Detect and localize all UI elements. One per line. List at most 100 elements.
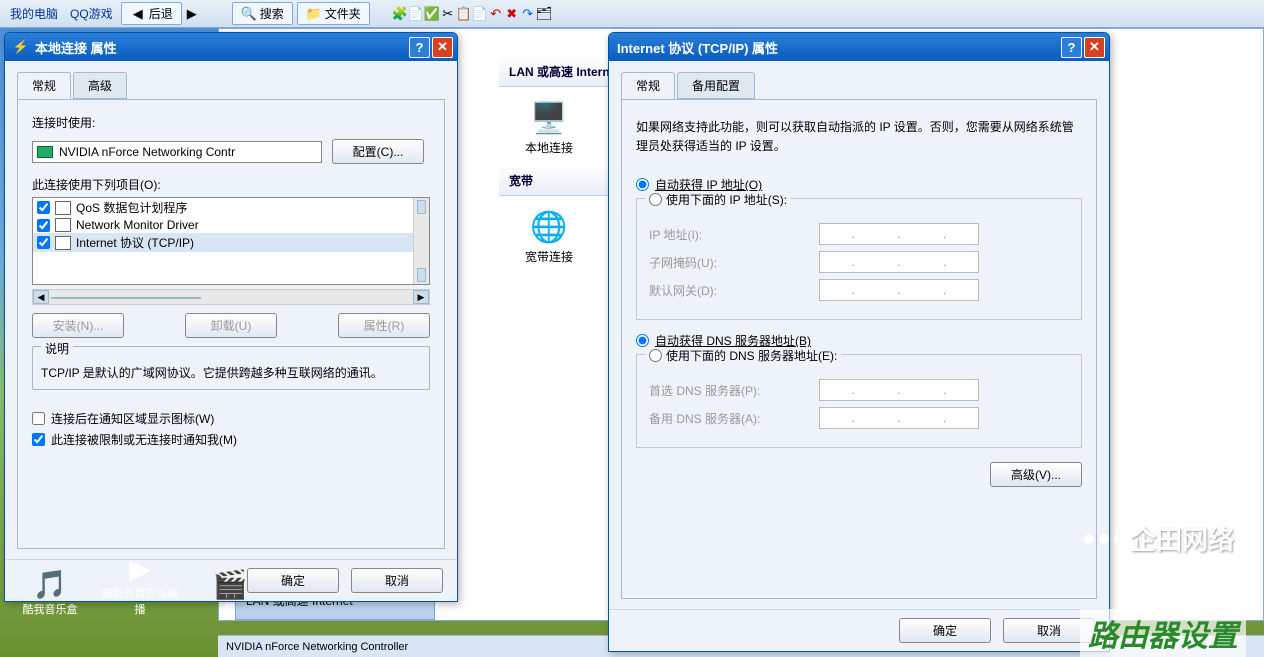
app-icon: 🎬	[213, 568, 248, 601]
proto-icon	[55, 201, 71, 215]
play-icon: ▶	[129, 552, 151, 585]
forward-icon[interactable]: ▶	[184, 6, 200, 22]
configure-button[interactable]: 配置(C)...	[332, 139, 424, 164]
broadband-icon: 🌐	[528, 206, 570, 248]
explorer-toolbar: 我的电脑 QQ游戏 ◀后退 ▶ 🔍搜索 📁文件夹 🧩 📄 ✅ ✂ 📋 📄 ↶ ✖…	[0, 0, 1264, 28]
show-icon-checkbox[interactable]	[32, 412, 45, 425]
auto-dns-radio[interactable]	[636, 334, 649, 347]
search-icon: 🔍	[241, 6, 257, 22]
desktop-icon-video[interactable]: ▶最新免费影视展播	[100, 552, 180, 617]
list-item: QoS 数据包计划程序	[33, 198, 429, 217]
broadband-connection-label: 宽带连接	[525, 248, 573, 265]
proto-icon	[55, 218, 71, 232]
install-button[interactable]: 安装(N)...	[32, 313, 124, 338]
tb-icon-2[interactable]: 📄	[408, 6, 424, 22]
back-button[interactable]: ◀后退	[121, 2, 182, 25]
lan-title-icon: ⚡	[13, 39, 29, 55]
music-icon: 🎵	[33, 568, 68, 601]
tb-icon-9[interactable]: ↷	[520, 6, 536, 22]
gateway-label: 默认网关(D):	[649, 282, 809, 299]
uses-items-label: 此连接使用下列项目(O):	[32, 176, 430, 193]
subnet-mask-label: 子网掩码(U):	[649, 254, 809, 271]
manual-ip-label: 使用下面的 IP 地址(S):	[666, 191, 787, 208]
ip-address-label: IP 地址(I):	[649, 226, 809, 243]
scroll-thumb[interactable]	[51, 297, 201, 299]
win1-cancel-button[interactable]: 取消	[351, 568, 443, 593]
list-item: Network Monitor Driver	[33, 217, 429, 233]
tb-icon-1[interactable]: 🧩	[392, 6, 408, 22]
notify-limited-label: 此连接被限制或无连接时通知我(M)	[51, 431, 237, 448]
tab-alt-config[interactable]: 备用配置	[677, 72, 755, 99]
subnet-mask-input: ...	[819, 251, 979, 273]
toolbar-item-mycomputer[interactable]: 我的电脑	[4, 3, 64, 24]
properties-button[interactable]: 属性(R)	[338, 313, 430, 338]
notify-limited-checkbox[interactable]	[32, 433, 45, 446]
ip-address-input: ...	[819, 223, 979, 245]
win2-title: Internet 协议 (TCP/IP) 属性	[617, 38, 1059, 57]
connection-items-list[interactable]: QoS 数据包计划程序 Network Monitor Driver Inter…	[32, 197, 430, 285]
win1-titlebar[interactable]: ⚡ 本地连接 属性 ? ✕	[5, 33, 457, 61]
toolbar-item-qqgames[interactable]: QQ游戏	[64, 3, 119, 24]
win1-close-button[interactable]: ✕	[432, 37, 453, 58]
manual-dns-label: 使用下面的 DNS 服务器地址(E):	[666, 347, 837, 364]
description-legend: 说明	[41, 340, 73, 357]
gateway-input: ...	[819, 279, 979, 301]
win2-ok-button[interactable]: 确定	[899, 618, 991, 643]
manual-dns-radio[interactable]	[649, 349, 662, 362]
watermark-router: 路由器设置	[1080, 609, 1246, 657]
uninstall-button[interactable]: 卸载(U)	[185, 313, 277, 338]
manual-ip-radio[interactable]	[649, 193, 662, 206]
item-checkbox[interactable]	[37, 236, 50, 249]
tcpip-properties-dialog: Internet 协议 (TCP/IP) 属性 ? ✕ 常规 备用配置 如果网络…	[608, 32, 1110, 652]
back-icon: ◀	[130, 6, 146, 22]
show-icon-label: 连接后在通知区域显示图标(W)	[51, 410, 214, 427]
watermark-brand: 企田网络	[1084, 520, 1234, 557]
copy-icon[interactable]: 📋	[456, 6, 472, 22]
local-connection-properties-dialog: ⚡ 本地连接 属性 ? ✕ 常规 高级 连接时使用: NVIDIA nForce…	[4, 32, 458, 602]
tab-general[interactable]: 常规	[17, 72, 71, 99]
delete-icon[interactable]: ✖	[504, 6, 520, 22]
desktop-icon-feng[interactable]: 🎬风	[190, 568, 270, 617]
item-checkbox[interactable]	[37, 219, 50, 232]
adapter-name: NVIDIA nForce Networking Contr	[59, 145, 235, 159]
tb-icon-3[interactable]: ✅	[424, 6, 440, 22]
nic-icon	[37, 146, 53, 158]
cut-icon[interactable]: ✂	[440, 6, 456, 22]
alternate-dns-label: 备用 DNS 服务器(A):	[649, 410, 809, 427]
folders-icon: 📁	[306, 6, 322, 22]
folders-button[interactable]: 📁文件夹	[297, 2, 370, 25]
tab-general-2[interactable]: 常规	[621, 72, 675, 99]
win2-help-button[interactable]: ?	[1061, 37, 1082, 58]
scroll-right-icon[interactable]: ▶	[413, 290, 429, 304]
win1-help-button[interactable]: ?	[409, 37, 430, 58]
win1-title: 本地连接 属性	[35, 38, 407, 57]
list-item-selected: Internet 协议 (TCP/IP)	[33, 233, 429, 252]
search-button[interactable]: 🔍搜索	[232, 2, 293, 25]
undo-icon[interactable]: ↶	[488, 6, 504, 22]
lan-icon: 🖥️	[528, 97, 570, 139]
horizontal-scrollbar[interactable]: ◀ ▶	[32, 289, 430, 305]
auto-ip-radio[interactable]	[636, 178, 649, 191]
status-text: NVIDIA nForce Networking Controller	[226, 641, 408, 653]
connect-using-label: 连接时使用:	[32, 114, 430, 131]
win2-tabs: 常规 备用配置	[621, 72, 1097, 100]
local-connection-item[interactable]: 🖥️ 本地连接	[499, 87, 599, 166]
preferred-dns-input: ...	[819, 379, 979, 401]
broadband-connection-item[interactable]: 🌐 宽带连接	[499, 196, 599, 275]
advanced-button[interactable]: 高级(V)...	[990, 462, 1082, 487]
info-text: 如果网络支持此功能，则可以获取自动指派的 IP 设置。否则，您需要从网络系统管理…	[636, 118, 1082, 156]
win2-titlebar[interactable]: Internet 协议 (TCP/IP) 属性 ? ✕	[609, 33, 1109, 61]
paste-icon[interactable]: 📄	[472, 6, 488, 22]
scroll-left-icon[interactable]: ◀	[33, 290, 49, 304]
win1-tabs: 常规 高级	[17, 72, 445, 100]
tab-advanced[interactable]: 高级	[73, 72, 127, 99]
desktop-icon-kuwo[interactable]: 🎵酷我音乐盒	[10, 568, 90, 617]
preferred-dns-label: 首选 DNS 服务器(P):	[649, 382, 809, 399]
vertical-scrollbar[interactable]	[413, 198, 429, 284]
adapter-field: NVIDIA nForce Networking Contr	[32, 141, 322, 163]
win2-close-button[interactable]: ✕	[1084, 37, 1105, 58]
manual-ip-group: 使用下面的 IP 地址(S): IP 地址(I):... 子网掩码(U):...…	[636, 198, 1082, 320]
tb-icon-10[interactable]: 🗂	[536, 6, 552, 22]
item-checkbox[interactable]	[37, 201, 50, 214]
proto-icon	[55, 236, 71, 250]
